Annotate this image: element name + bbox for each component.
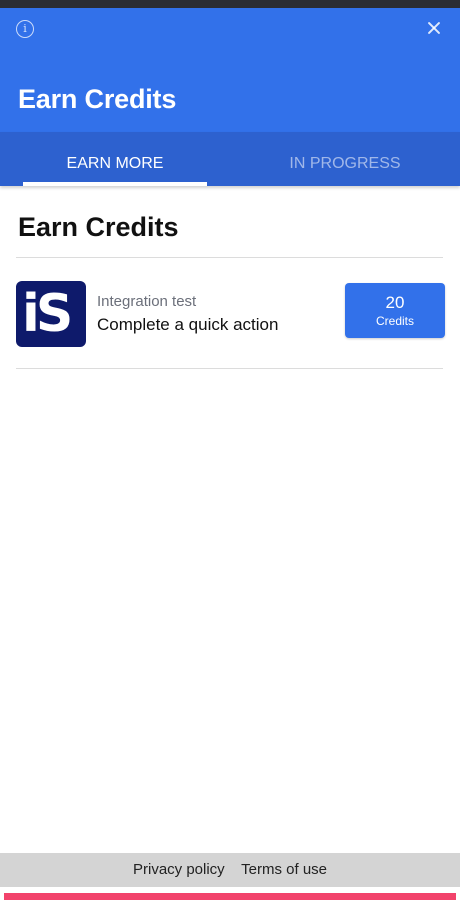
header: i Earn Credits bbox=[0, 8, 460, 132]
divider bbox=[16, 257, 443, 258]
status-strip bbox=[0, 0, 460, 8]
section-title: Earn Credits bbox=[18, 212, 179, 242]
earn-credits-page: i Earn Credits EARN MORE IN PROGRESS Ear… bbox=[0, 0, 460, 900]
bottom-accent-bar bbox=[4, 893, 456, 900]
info-icon[interactable]: i bbox=[16, 20, 34, 38]
credit-unit-label: Credits bbox=[375, 314, 414, 328]
offer-logo: iS bbox=[16, 281, 86, 347]
privacy-policy-link[interactable]: Privacy policy bbox=[133, 861, 225, 878]
earn-credits-button[interactable]: 20 Credits bbox=[345, 283, 445, 338]
page-title: Earn Credits bbox=[18, 84, 177, 114]
offer-description: Complete a quick action bbox=[97, 315, 279, 334]
offer-provider: Integration test bbox=[97, 293, 197, 310]
active-tab-indicator bbox=[23, 182, 207, 186]
credit-amount: 20 bbox=[385, 293, 405, 312]
footer: Privacy policy Terms of use bbox=[0, 853, 460, 887]
close-icon[interactable] bbox=[424, 18, 444, 38]
offer-logo-mark: iS bbox=[22, 284, 73, 344]
tab-bar: EARN MORE IN PROGRESS bbox=[0, 132, 460, 186]
divider bbox=[16, 368, 443, 369]
terms-of-use-link[interactable]: Terms of use bbox=[241, 861, 327, 878]
tab-earn-more[interactable]: EARN MORE bbox=[23, 132, 207, 186]
tab-in-progress[interactable]: IN PROGRESS bbox=[253, 132, 437, 186]
